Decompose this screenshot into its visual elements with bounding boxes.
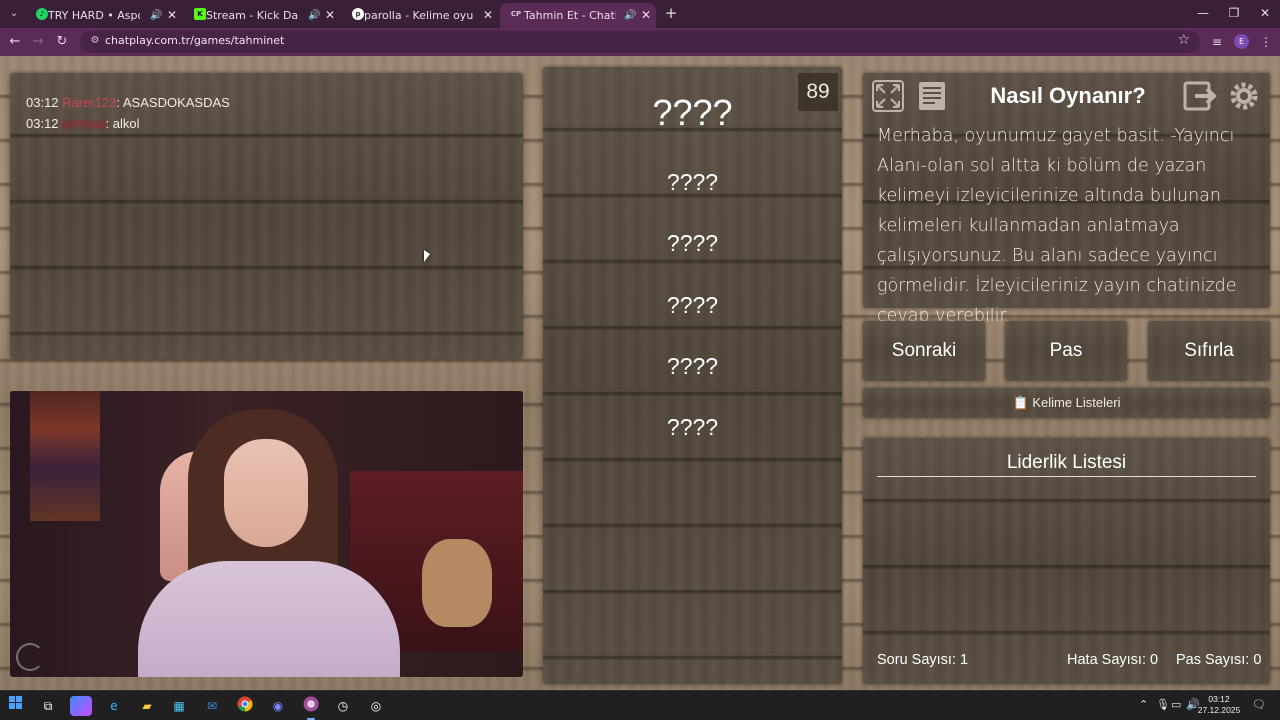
tab-kick[interactable]: K Stream - Kick Dashboard 🔊 ✕ bbox=[184, 3, 340, 28]
clock-app-icon[interactable]: ◷ bbox=[332, 696, 354, 716]
chat-username: Rarer123 bbox=[62, 95, 117, 110]
page-content: 03:12 Rarer123: ASASDOKASDAS 03:12 pmmud… bbox=[0, 56, 1280, 690]
tray-overflow-icon[interactable]: ⌃ bbox=[1139, 698, 1148, 711]
profile-avatar[interactable]: E bbox=[1234, 34, 1249, 49]
kick-icon: K bbox=[194, 8, 206, 20]
taskbar-clock[interactable]: 03:12 27.12.2025 bbox=[1196, 694, 1242, 716]
leaderboard-panel bbox=[863, 438, 1270, 684]
main-word: ???? bbox=[652, 92, 733, 133]
chrome-profile-icon[interactable] bbox=[300, 696, 322, 720]
tab-title: Tahmin Et - ChatPlay bbox=[524, 9, 616, 22]
chat-text: : alkol bbox=[105, 116, 140, 131]
reload-button[interactable]: ↻ bbox=[53, 33, 71, 51]
url-text[interactable]: chatplay.com.tr/games/tahminet bbox=[105, 34, 284, 47]
cam-person-face bbox=[224, 439, 308, 547]
tab-spotify[interactable]: ♪ TRY HARD • Aspova, Ceg 🔊 ✕ bbox=[26, 3, 182, 28]
bookmark-star-icon[interactable]: ☆ bbox=[1177, 32, 1190, 48]
pass-button[interactable]: Pas bbox=[1005, 321, 1127, 381]
close-icon[interactable]: ✕ bbox=[483, 5, 493, 26]
taboo-word: ???? bbox=[666, 353, 719, 379]
cam-person-body bbox=[138, 561, 400, 677]
howto-title: Nasıl Oynanır? bbox=[990, 83, 1146, 108]
speaker-icon[interactable]: 🔊 bbox=[150, 5, 162, 26]
leaderboard-divider bbox=[877, 476, 1256, 477]
tab-title: Stream - Kick Dashboard bbox=[206, 9, 298, 22]
site-info-icon[interactable]: ⚙ bbox=[88, 34, 102, 48]
close-window-button[interactable]: ✕ bbox=[1250, 4, 1280, 22]
taboo-word: ???? bbox=[666, 292, 719, 318]
url-box[interactable]: ⚙ chatplay.com.tr/games/tahminet ☆ bbox=[80, 31, 1200, 53]
taskbar: ⧉ e ▰ ▦ ✉ ◉ ◷ ◎ ⌃ 🎙 ▭ 🔊 03:12 27.12.2025… bbox=[0, 690, 1280, 720]
edge-icon[interactable]: e bbox=[103, 696, 125, 716]
speaker-icon[interactable]: 🔊 bbox=[308, 5, 320, 26]
howto-text: Merhaba, oyunumuz gayet basit. -Yayıncı … bbox=[877, 126, 1237, 326]
minimize-button[interactable]: — bbox=[1188, 4, 1218, 22]
next-button[interactable]: Sonraki bbox=[863, 321, 985, 381]
chat-panel: 03:12 Rarer123: ASASDOKASDAS 03:12 pmmud… bbox=[10, 73, 523, 359]
new-tab-button[interactable]: + bbox=[662, 4, 680, 22]
taboo-word: ???? bbox=[666, 230, 719, 256]
spotify-icon: ♪ bbox=[36, 8, 48, 20]
cam-teddy-bear bbox=[422, 539, 492, 627]
tab-search-button[interactable]: ⌄ bbox=[4, 4, 24, 24]
question-count: Soru Sayısı: 1 bbox=[877, 652, 969, 668]
parolla-icon: p bbox=[352, 8, 364, 20]
network-icon[interactable]: ▭ bbox=[1171, 698, 1181, 711]
close-icon[interactable]: ✕ bbox=[167, 5, 177, 26]
tab-title: TRY HARD • Aspova, Ceg bbox=[48, 9, 140, 22]
tab-title: parolla - Kelime oyunu. Günlük bbox=[364, 9, 474, 22]
media-controls-icon[interactable]: ≡ bbox=[1208, 33, 1226, 51]
taboo-word: ???? bbox=[666, 414, 719, 440]
notifications-icon[interactable]: 🗨 bbox=[1252, 698, 1266, 711]
obs-icon[interactable]: ◎ bbox=[365, 696, 387, 716]
chat-time: 03:12 bbox=[26, 95, 59, 110]
reset-button[interactable]: Sıfırla bbox=[1148, 321, 1270, 381]
speaker-icon[interactable]: 🔊 bbox=[624, 5, 636, 26]
tab-parolla[interactable]: p parolla - Kelime oyunu. Günlük ✕ bbox=[342, 3, 498, 28]
tab-bar: ⌄ ♪ TRY HARD • Aspova, Ceg 🔊 ✕ K Stream … bbox=[0, 0, 1280, 28]
loading-spinner-icon bbox=[16, 643, 44, 671]
fullscreen-icon[interactable] bbox=[871, 79, 905, 113]
chat-message: 03:12 Rarer123: ASASDOKASDAS bbox=[26, 95, 230, 110]
copilot-icon[interactable] bbox=[70, 696, 92, 716]
chat-message: 03:12 pmmud: alkol bbox=[26, 116, 140, 131]
word-lists-label: Kelime Listeleri bbox=[1032, 395, 1121, 410]
microphone-icon[interactable]: 🎙 bbox=[1156, 698, 1170, 711]
file-explorer-icon[interactable]: ▰ bbox=[136, 696, 158, 716]
word-lists-button[interactable]: 📋 Kelime Listeleri bbox=[863, 388, 1270, 418]
discord-icon[interactable]: ◉ bbox=[267, 696, 289, 716]
cam-poster bbox=[30, 391, 100, 521]
pass-count: Pas Sayısı: 0 bbox=[1176, 652, 1262, 668]
exit-icon[interactable] bbox=[1183, 79, 1217, 113]
chrome-icon[interactable] bbox=[234, 696, 256, 716]
chat-text: : ASASDOKASDAS bbox=[116, 95, 230, 110]
address-bar: ← → ↻ ⚙ chatplay.com.tr/games/tahminet ☆… bbox=[0, 28, 1280, 56]
clock-time: 03:12 bbox=[1208, 694, 1230, 704]
chatplay-icon: CP bbox=[510, 10, 522, 18]
document-icon[interactable] bbox=[915, 79, 949, 113]
mouse-cursor bbox=[424, 250, 430, 262]
menu-icon[interactable]: ⋮ bbox=[1257, 33, 1275, 51]
chat-username: pmmud bbox=[62, 116, 106, 131]
close-icon[interactable]: ✕ bbox=[325, 5, 335, 26]
settings-gear-icon[interactable] bbox=[1227, 79, 1261, 113]
task-view-icon[interactable]: ⧉ bbox=[37, 696, 59, 716]
leaderboard-title: Liderlik Listesi bbox=[1006, 452, 1127, 473]
store-icon[interactable]: ▦ bbox=[168, 696, 190, 716]
mail-icon[interactable]: ✉ bbox=[201, 696, 223, 716]
windows-start-icon[interactable] bbox=[5, 696, 27, 716]
close-icon[interactable]: ✕ bbox=[641, 5, 651, 26]
restore-button[interactable]: ❐ bbox=[1219, 4, 1249, 22]
taboo-word: ???? bbox=[666, 169, 719, 195]
chat-time: 03:12 bbox=[26, 116, 59, 131]
webcam-feed bbox=[10, 391, 523, 677]
clipboard-icon: 📋 bbox=[1012, 395, 1029, 410]
clock-date: 27.12.2025 bbox=[1197, 705, 1241, 715]
forward-button[interactable]: → bbox=[29, 33, 47, 51]
tab-chatplay[interactable]: CP Tahmin Et - ChatPlay 🔊 ✕ bbox=[500, 3, 656, 28]
back-button[interactable]: ← bbox=[6, 33, 24, 51]
error-count: Hata Sayısı: 0 bbox=[1067, 652, 1159, 668]
